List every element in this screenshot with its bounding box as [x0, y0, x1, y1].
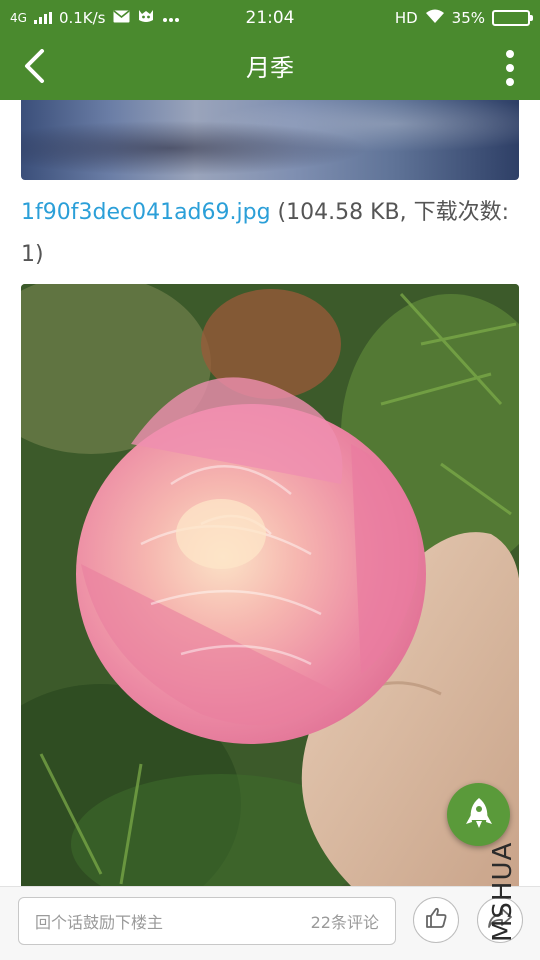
status-right: HD 35%: [394, 9, 533, 28]
network-speed: 0.1K/s: [58, 9, 106, 27]
attachment-info: 1f90f3dec041ad69.jpg (104.58 KB, 下载次数: 1…: [21, 192, 519, 276]
signal-icon: [33, 12, 52, 24]
rocket-icon: [465, 796, 493, 834]
mshua-watermark: MSHUA: [488, 841, 518, 942]
battery-icon: [492, 10, 533, 26]
comment-bar: 回个话鼓励下楼主 22条评论: [0, 886, 540, 960]
comment-placeholder: 回个话鼓励下楼主: [35, 913, 164, 932]
status-bar: 4G 0.1K/s 21:04 HD 35%: [0, 0, 540, 36]
chevron-left-icon: [23, 49, 45, 87]
comment-input[interactable]: 回个话鼓励下楼主 22条评论: [18, 897, 396, 945]
battery-percent: 35%: [451, 9, 485, 27]
network-type: 4G: [10, 11, 27, 25]
comment-count[interactable]: 22条评论: [311, 909, 379, 933]
attachment-filename-link[interactable]: 1f90f3dec041ad69.jpg: [21, 200, 271, 225]
more-vertical-icon: [506, 50, 514, 58]
attachment-image-rose[interactable]: [21, 284, 519, 886]
mail-icon: [113, 9, 130, 27]
like-button[interactable]: [413, 897, 459, 943]
wifi-icon: [425, 9, 445, 28]
attachment-image-previous[interactable]: [21, 100, 519, 180]
rose-photo-illustration: [21, 284, 519, 886]
thumbs-up-icon: [424, 906, 448, 934]
status-left: 4G 0.1K/s: [10, 8, 180, 28]
more-notifications-icon: [162, 9, 180, 27]
post-content[interactable]: 1f90f3dec041ad69.jpg (104.58 KB, 下载次数: 1…: [0, 100, 540, 886]
app-notification-icon: [137, 8, 155, 28]
rocket-fab-button[interactable]: [447, 783, 510, 846]
hd-indicator: HD: [394, 9, 418, 27]
page-title: 月季: [246, 54, 294, 82]
back-button[interactable]: [12, 48, 56, 88]
app-header: 月季: [0, 36, 540, 100]
more-options-button[interactable]: [492, 48, 528, 88]
